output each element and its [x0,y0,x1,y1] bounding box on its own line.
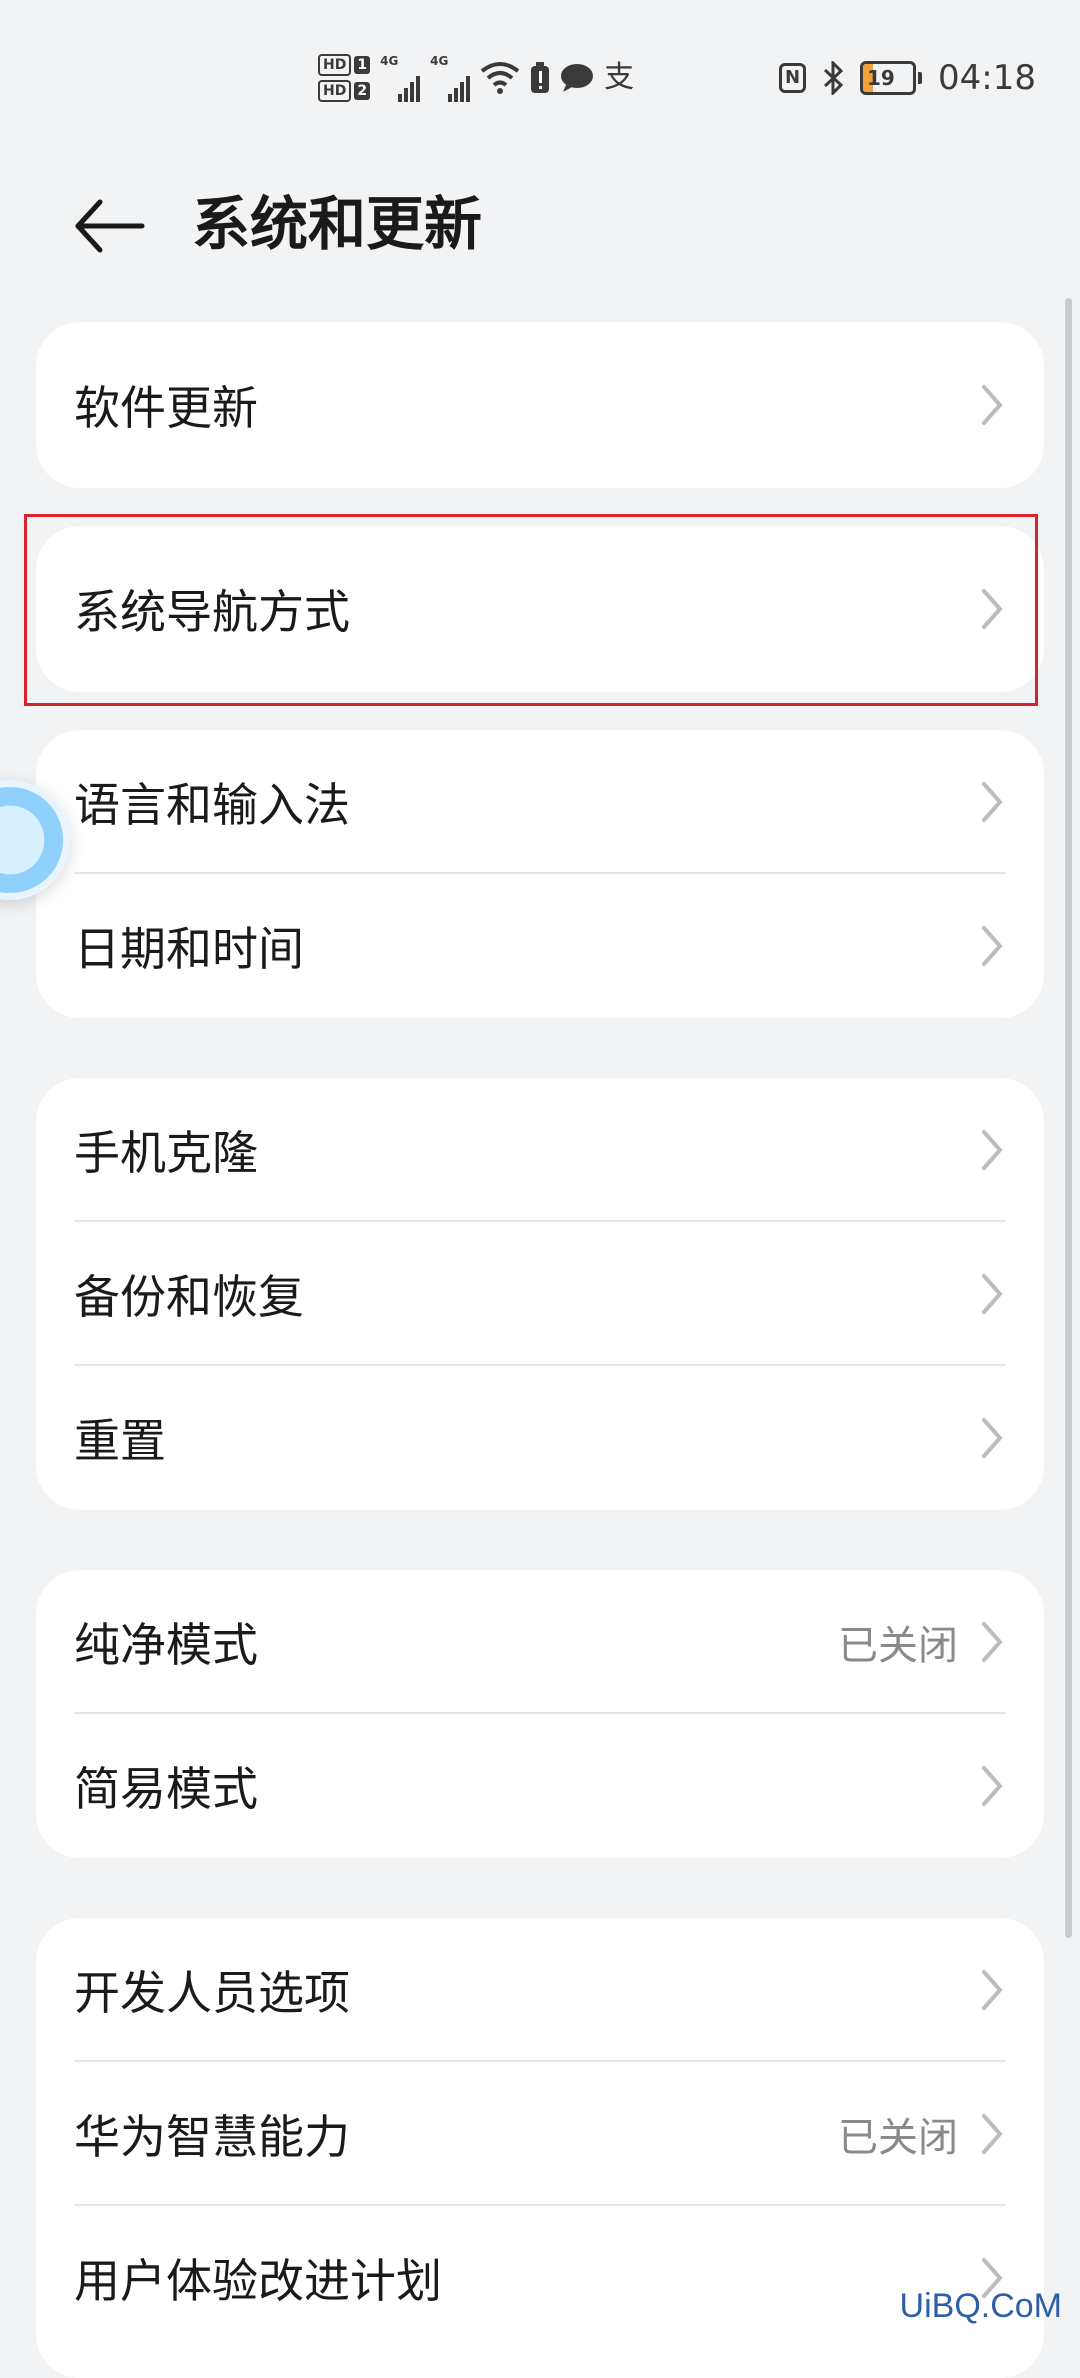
battery-icon: 19 [860,61,917,95]
hd-volte-icon: HD 1 HD 2 [318,54,371,102]
chevron-right-icon [982,1418,1003,1458]
simple-mode-item[interactable]: 简易模式 [36,1714,1044,1858]
watermark: UiBQ.CoM [899,2287,1062,2325]
alipay-icon: 支 [604,60,635,95]
item-label: 日期和时间 [74,922,304,976]
group-software-update: 软件更新 [36,322,1044,488]
item-label: 备份和恢复 [74,1270,304,1324]
chevron-right-icon [982,1130,1003,1170]
group-navigation: 系统导航方式 [36,526,1044,692]
back-arrow-icon[interactable] [70,190,150,262]
backup-restore-item[interactable]: 备份和恢复 [36,1222,1044,1366]
status-bar: HD 1 HD 2 4G 4G 支 N 19 04:18 [0,0,1080,150]
date-time-item[interactable]: 日期和时间 [36,874,1044,1018]
sim2-network-type: 4G [430,54,449,68]
item-label: 开发人员选项 [74,1966,350,2020]
battery-tip [918,72,923,84]
item-label: 重置 [74,1414,166,1468]
item-label: 用户体验改进计划 [74,2254,442,2308]
app-header: 系统和更新 [0,170,1080,280]
scrollbar[interactable] [1065,298,1072,1938]
sim2-signal-icon: 4G [430,54,471,102]
sim1-network-type: 4G [380,54,399,68]
group-backup: 手机克隆 备份和恢复 重置 [36,1078,1044,1510]
group-developer: 开发人员选项 华为智慧能力 已关闭 用户体验改进计划 [36,1918,1044,2378]
chevron-right-icon [982,385,1003,425]
hd1-label: HD [318,54,352,76]
battery-level: 19 [867,66,895,90]
phone-clone-item[interactable]: 手机克隆 [36,1078,1044,1222]
item-label: 简易模式 [74,1762,258,1816]
bluetooth-icon [823,61,844,95]
chevron-right-icon [982,926,1003,966]
nfc-icon: N [778,63,807,93]
huawei-intelligence-item[interactable]: 华为智慧能力 已关闭 [36,2062,1044,2206]
hd2-num: 2 [354,82,371,100]
hd1-num: 1 [354,56,371,74]
item-label: 软件更新 [74,381,258,435]
software-update-item[interactable]: 软件更新 [36,322,1044,488]
clock: 04:18 [938,58,1036,98]
chevron-right-icon [982,2114,1003,2154]
notification-alert-icon [531,62,550,93]
group-modes: 纯净模式 已关闭 简易模式 [36,1570,1044,1858]
wifi-icon [480,62,520,94]
item-label: 语言和输入法 [74,778,350,832]
chevron-right-icon [982,1766,1003,1806]
status-right-icons: N 19 04:18 [778,52,1036,104]
hd2-label: HD [318,80,352,102]
user-experience-item[interactable]: 用户体验改进计划 [36,2206,1044,2350]
chevron-right-icon [982,589,1003,629]
status-left-icons: HD 1 HD 2 4G 4G 支 [318,48,634,108]
chevron-right-icon [982,1970,1003,2010]
item-status-value: 已关闭 [838,2115,958,2161]
page-title: 系统和更新 [192,190,483,258]
sim1-signal-icon: 4G [380,54,421,102]
message-icon [561,64,594,92]
item-label: 纯净模式 [74,1618,258,1672]
language-input-item[interactable]: 语言和输入法 [36,730,1044,874]
reset-item[interactable]: 重置 [36,1366,1044,1510]
chevron-right-icon [982,782,1003,822]
system-navigation-item[interactable]: 系统导航方式 [36,526,1044,692]
item-label: 手机克隆 [74,1126,258,1180]
group-language-date: 语言和输入法 日期和时间 [36,730,1044,1018]
item-label: 华为智慧能力 [74,2110,350,2164]
item-label: 系统导航方式 [74,585,350,639]
chevron-right-icon [982,1622,1003,1662]
chevron-right-icon [982,1274,1003,1314]
developer-options-item[interactable]: 开发人员选项 [36,1918,1044,2062]
pure-mode-item[interactable]: 纯净模式 已关闭 [36,1570,1044,1714]
item-status-value: 已关闭 [838,1623,958,1669]
